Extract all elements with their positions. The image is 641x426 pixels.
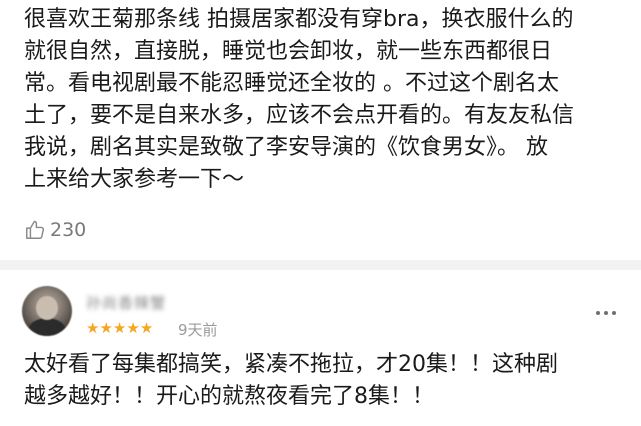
time-ago: 9天前 — [178, 321, 218, 339]
review-line: 上来给大家参考一下～ — [24, 167, 245, 192]
review-text: 很喜欢王菊那条线 拍摄居家都没有穿bra，换衣服什么的 就很自然，直接脱，睡觉也… — [24, 4, 624, 196]
thumbs-up-icon — [24, 219, 46, 241]
avatar[interactable] — [22, 286, 72, 336]
star-rating: ★ ★ ★ ★ ★ — [86, 320, 153, 336]
username[interactable]: 孙尚香辣蟹 — [86, 292, 166, 313]
comment-card: 孙尚香辣蟹 ★ ★ ★ ★ ★ 9天前 太好看了每集都搞笑，紧凑不拖拉，才20集！！这种… — [0, 270, 641, 426]
top-review: 很喜欢王菊那条线 拍摄居家都没有穿bra，换衣服什么的 就很自然，直接脱，睡觉也… — [0, 0, 641, 256]
comment-line: 太好看了每集都搞笑，紧凑不拖拉，才20集！！这种剧 — [24, 352, 558, 377]
star-icon: ★ — [99, 319, 113, 337]
like-count: 230 — [50, 219, 87, 241]
review-line: 常。看电视剧最不能忍睡觉还全妆的 。不过这个剧名太 — [24, 71, 559, 96]
star-icon: ★ — [126, 319, 140, 337]
more-dots-icon — [596, 311, 616, 315]
like-button[interactable]: 230 — [24, 216, 86, 244]
more-options-button[interactable] — [593, 300, 619, 326]
review-line: 很喜欢王菊那条线 拍摄居家都没有穿bra，换衣服什么的 — [24, 7, 574, 32]
star-icon: ★ — [86, 319, 100, 337]
star-icon: ★ — [139, 319, 154, 337]
comment-text: 太好看了每集都搞笑，紧凑不拖拉，才20集！！这种剧 越多越好！！开心的就熬夜看完… — [24, 349, 624, 413]
comment-line: 越多越好！！开心的就熬夜看完了8集！！ — [24, 384, 434, 409]
review-line: 就很自然，直接脱，睡觉也会卸妆，就一些东西都很日 — [24, 39, 553, 64]
review-line: 我说，剧名其实是致敬了李安导演的《饮食男女》。 放 — [24, 135, 548, 160]
star-icon: ★ — [112, 319, 127, 337]
section-divider — [0, 260, 641, 270]
review-line: 土了，要不是自来水多，应该不会点开看的。有友友私信 — [24, 103, 575, 128]
